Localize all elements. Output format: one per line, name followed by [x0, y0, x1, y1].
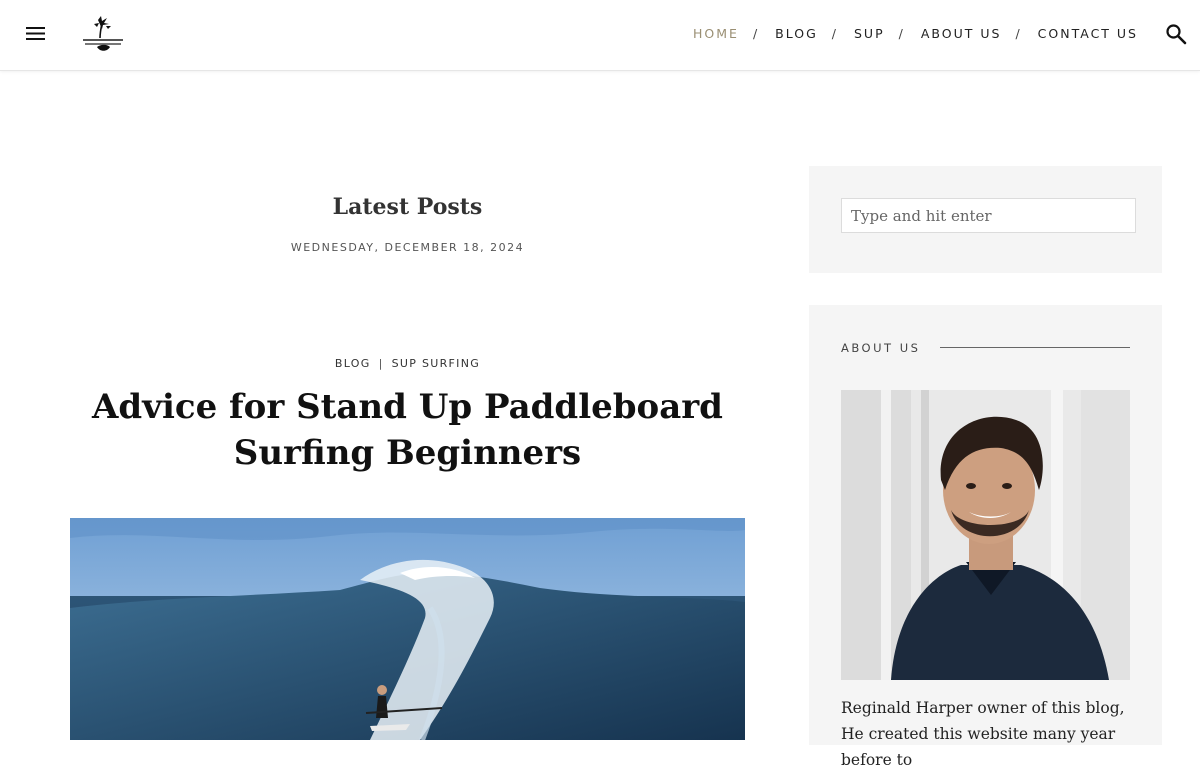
nav-separator: / [898, 26, 903, 41]
category-separator: | [378, 357, 384, 370]
search-widget [809, 166, 1162, 273]
widget-title-divider [940, 347, 1130, 348]
category-link-blog[interactable]: BLOG [335, 357, 371, 370]
author-photo [841, 390, 1130, 680]
nav-separator: / [752, 26, 758, 41]
post-featured-image[interactable] [70, 518, 745, 740]
main-nav: HOME / BLOG / SUP / ABOUT US / CONTACT U… [693, 26, 1138, 41]
section-date: WEDNESDAY, DECEMBER 18, 2024 [290, 241, 525, 254]
about-text: Reginald Harper owner of this blog, He c… [841, 699, 1125, 769]
about-widget: ABOUT US Reginald Harper owner of this b… [809, 305, 1162, 769]
nav-home[interactable]: HOME [693, 26, 739, 41]
search-icon[interactable] [1164, 22, 1188, 46]
search-input[interactable] [841, 198, 1136, 233]
site-header: HOME / BLOG / SUP / ABOUT US / CONTACT U… [0, 0, 1200, 71]
section-title: Latest Posts [332, 194, 483, 220]
post-title[interactable]: Advice for Stand Up Paddleboard Surfing … [70, 384, 745, 476]
hamburger-menu-icon[interactable] [24, 22, 48, 46]
palm-tree-logo-icon[interactable] [80, 14, 126, 54]
nav-about-us[interactable]: ABOUT US [921, 26, 1002, 41]
post-categories: BLOG | SUP SURFING [70, 357, 745, 370]
nav-blog[interactable]: BLOG [775, 26, 818, 41]
nav-separator: / [831, 26, 836, 41]
nav-sup[interactable]: SUP [854, 26, 885, 41]
nav-separator: / [1015, 26, 1020, 41]
category-link-sup-surfing[interactable]: SUP SURFING [392, 357, 480, 370]
widget-title: ABOUT US [841, 341, 921, 355]
nav-contact-us[interactable]: CONTACT US [1038, 26, 1138, 41]
